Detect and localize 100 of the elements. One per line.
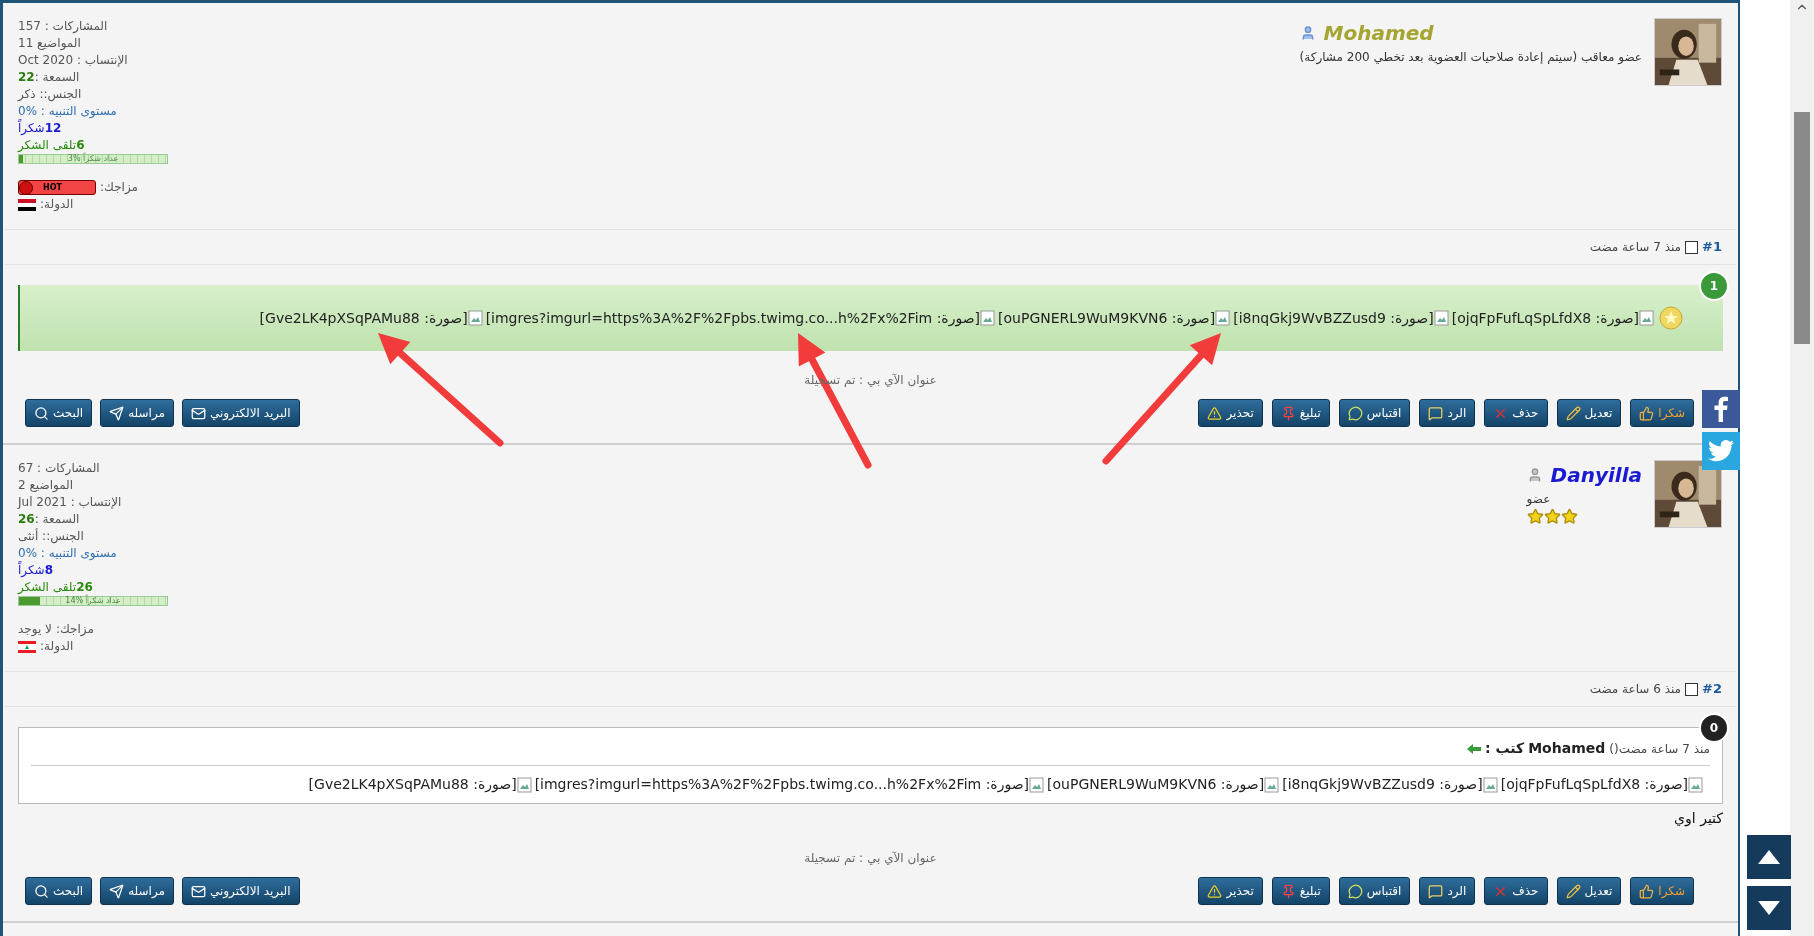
action-button[interactable]: اقتباس (1338, 877, 1411, 905)
bird-icon (1708, 440, 1734, 462)
scroll-top-button[interactable] (1747, 835, 1791, 879)
speech-bubble-icon (1428, 405, 1444, 421)
thanks-given-count: 8 (44, 563, 53, 579)
action-button[interactable]: البحث (25, 399, 93, 427)
post-number[interactable]: #1 (1702, 237, 1722, 257)
quote-time: منذ 7 ساعة مضت() (1609, 740, 1710, 758)
image-alt-text: [صورة: Gve2LK4pXSqPAMu88] (259, 308, 468, 329)
image-alt-text: [صورة: ouPGNERL9WuM9KVN6] (998, 308, 1216, 329)
post-number[interactable]: #2 (1702, 679, 1722, 699)
star-icon (1560, 508, 1578, 525)
action-button[interactable]: تبليغ (1271, 399, 1330, 427)
hot-badge: HOT (18, 180, 96, 195)
image-alt-text: [صورة: Gve2LK4pXSqPAMu88] (308, 775, 517, 795)
image-alt-text: [صورة: imgres?imgurl=https%3A%2F%2Fpbs.twimg.co...h%2Fx%2Fim] (485, 308, 981, 329)
reputation-value: 22 (18, 69, 35, 86)
warning-icon (1207, 405, 1223, 421)
broken-image-icon (1433, 310, 1450, 326)
action-button[interactable]: مراسله (100, 877, 174, 905)
scrollbar-thumb[interactable] (1794, 112, 1810, 344)
thanks-given-label: شكراً (18, 120, 45, 137)
reputation-label: السمعة : (34, 511, 80, 528)
action-button[interactable]: البحث (25, 877, 93, 905)
thanks-received-label: تلقى الشكر (18, 137, 77, 154)
post-checkbox[interactable] (1685, 240, 1699, 254)
broken-image-icon (1029, 776, 1046, 793)
warning-level: مستوى التنبيه : %0 (18, 545, 117, 561)
down-triangle-icon (1758, 901, 1780, 915)
image-alt-text: [صورة: imgres?imgurl=https%3A%2F%2Fpbs.twimg.co...h%2Fx%2Fim] (534, 775, 1030, 795)
action-button[interactable]: تحذير (1198, 877, 1263, 905)
action-button[interactable]: شكرا (1630, 877, 1694, 905)
image-alt-text: [صورة: i8nqGkj9WvBZZusd9] (1282, 775, 1483, 795)
pin-icon (1280, 883, 1296, 899)
broken-image-icon (1688, 776, 1704, 793)
broken-image-icon (1482, 776, 1499, 793)
action-button[interactable]: حذف (1484, 877, 1548, 905)
action-button[interactable]: تعديل (1556, 877, 1622, 905)
facebook-icon (1714, 396, 1728, 422)
country-label: الدولة: (40, 638, 74, 655)
post-count-badge: 0 (1699, 713, 1729, 743)
action-button[interactable]: الرد (1419, 399, 1476, 427)
user-stat: المواضيع 2 (18, 477, 74, 494)
user-stat: الإنتساب : Oct 2020 (18, 52, 128, 69)
mood-label: مزاجك: (100, 179, 138, 196)
thanks-given-label: شكراً (18, 562, 45, 579)
post-count-badge: 1 (1699, 271, 1729, 301)
star-icon (1543, 508, 1561, 525)
user-name[interactable]: Danyilla (1550, 460, 1642, 490)
thanks-received-count: 26 (76, 579, 93, 594)
image-alt-text: [صورة: ojqFpFufLqSpLfdX8] (1451, 308, 1639, 329)
search-icon (34, 405, 49, 421)
action-button[interactable]: مراسله (100, 399, 174, 427)
pencil-icon (1565, 883, 1581, 899)
pencil-icon (1565, 405, 1581, 421)
image-alt-text: [صورة: ojqFpFufLqSpLfdX8] (1500, 775, 1688, 795)
country-label: الدولة: (40, 196, 74, 213)
image-alt-text: [صورة: ouPGNERL9WuM9KVN6] (1047, 775, 1265, 795)
action-button[interactable]: البريد الالكتروني (182, 877, 300, 905)
action-button[interactable]: اقتباس (1338, 399, 1411, 427)
post-checkbox[interactable] (1685, 682, 1699, 696)
user-stat: المشاركات : 67 (18, 460, 100, 477)
user-rank: عضو (1526, 491, 1551, 508)
warning-icon (1207, 883, 1223, 899)
star-icon (1526, 508, 1544, 525)
image-alt-text: [صورة: i8nqGkj9WvBZZusd9] (1233, 308, 1434, 329)
action-button[interactable]: تحذير (1198, 399, 1263, 427)
action-button[interactable]: تبليغ (1271, 877, 1330, 905)
gender-text: الجنس:: أنثى (18, 528, 84, 545)
action-button[interactable]: شكرا (1630, 399, 1694, 427)
warning-level: مستوى التنبيه : %0 (18, 103, 117, 119)
flag-icon (18, 640, 36, 653)
envelope-icon (191, 405, 206, 421)
post-message: كتير اوي (1674, 809, 1723, 829)
reputation-value: 26 (18, 511, 35, 528)
action-button[interactable]: البريد الالكتروني (182, 399, 300, 427)
user-stat: الإنتساب : Jul 2021 (18, 494, 122, 511)
quote-author: Mohamed (1528, 739, 1606, 758)
face-icon (19, 180, 33, 195)
facebook-button[interactable] (1702, 390, 1740, 428)
thumbs-up-icon (1639, 883, 1655, 899)
paper-plane-icon (109, 883, 125, 899)
speech-bubble-icon (1347, 883, 1363, 899)
broken-image-icon (1264, 776, 1281, 793)
gender-text: الجنس:: ذكر (18, 86, 82, 103)
thanks-received-count: 6 (76, 137, 85, 152)
scroll-bottom-button[interactable] (1747, 886, 1791, 930)
quote-verb: كتب : (1485, 739, 1525, 758)
arrow-icon (1467, 743, 1482, 754)
mood-label: مزاجك: (55, 621, 94, 638)
thumbs-up-icon (1639, 405, 1655, 421)
thanks-received-label: تلقى الشكر (18, 579, 77, 596)
action-button[interactable]: حذف (1484, 399, 1548, 427)
mood-value: لا يوجد (18, 621, 52, 638)
up-triangle-icon (1758, 850, 1780, 864)
search-icon (34, 883, 49, 899)
action-button[interactable]: تعديل (1556, 399, 1622, 427)
action-button[interactable]: الرد (1419, 877, 1476, 905)
post-time: منذ 6 ساعة مضت (1589, 681, 1682, 698)
broken-image-icon (1639, 310, 1655, 326)
